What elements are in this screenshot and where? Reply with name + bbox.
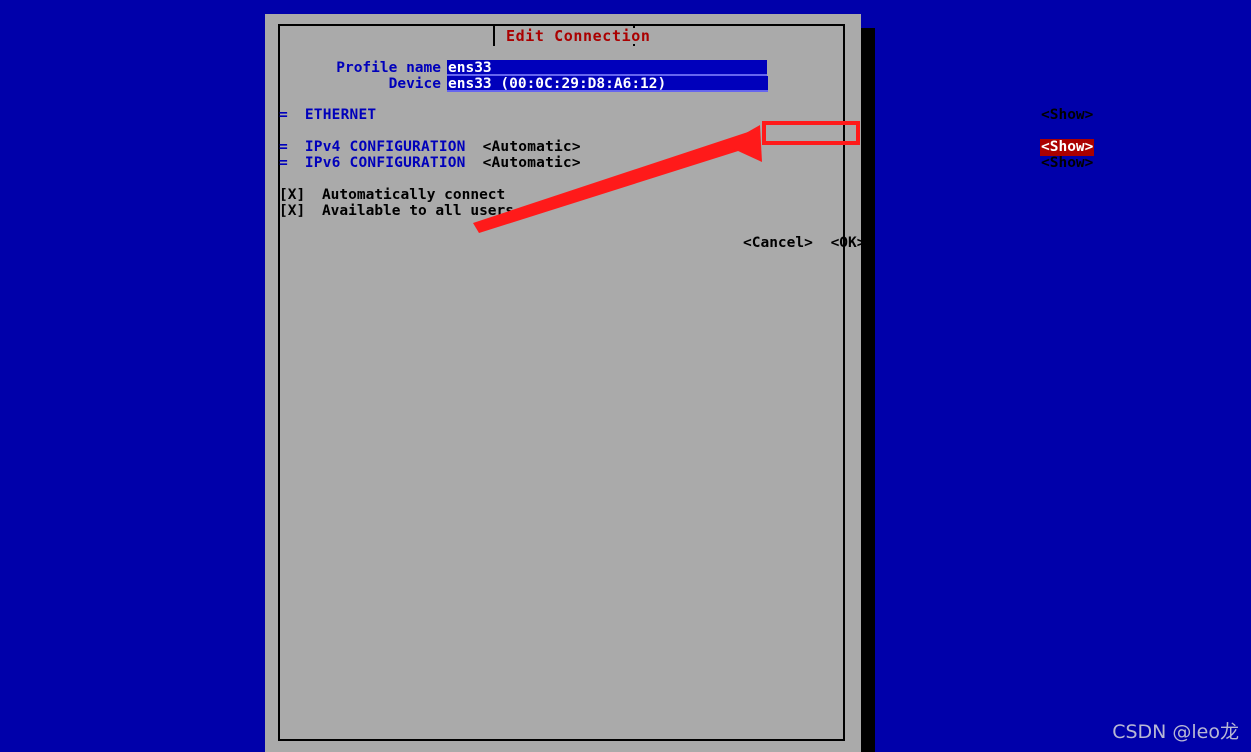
checkbox-mark[interactable]: [X]: [279, 203, 305, 219]
window-shadow-right: [861, 28, 875, 752]
section-expander-icon[interactable]: =: [279, 139, 288, 155]
ipv4-method-value[interactable]: <Automatic>: [483, 139, 581, 155]
checkbox-automatically-connect[interactable]: [X] Automatically connect: [279, 187, 505, 203]
section-label-ipv6: IPv6 CONFIGURATION: [304, 155, 466, 171]
edit-connection-window: Edit Connection Profile name ens33 Devic…: [265, 14, 1095, 752]
profile-name-label: Profile name: [336, 60, 441, 76]
show-button-ipv4[interactable]: <Show>: [1040, 139, 1095, 156]
checkbox-label: Automatically connect: [321, 187, 506, 203]
show-button-ipv6[interactable]: <Show>: [1041, 155, 1093, 172]
section-expander-icon[interactable]: =: [279, 155, 288, 171]
dialog-action-buttons: <Cancel> <OK>: [743, 235, 866, 251]
ipv6-method-value[interactable]: <Automatic>: [483, 155, 581, 171]
cancel-button[interactable]: <Cancel>: [743, 235, 813, 251]
section-row-ipv4[interactable]: = IPv4 CONFIGURATION <Automatic>: [279, 139, 581, 155]
watermark-text: CSDN @leo龙: [1112, 721, 1239, 743]
device-input[interactable]: ens33 (00:0C:29:D8:A6:12): [447, 76, 768, 92]
section-row-ipv6[interactable]: = IPv6 CONFIGURATION <Automatic>: [279, 155, 581, 171]
profile-name-input[interactable]: ens33: [447, 60, 767, 76]
section-label-ipv4: IPv4 CONFIGURATION: [304, 139, 466, 155]
checkbox-available-to-all-users[interactable]: [X] Available to all users: [279, 203, 514, 219]
window-frame: [278, 24, 845, 741]
checkbox-mark[interactable]: [X]: [279, 187, 305, 203]
device-label: Device: [388, 76, 441, 92]
ok-button[interactable]: <OK>: [831, 235, 866, 251]
section-label-ethernet: ETHERNET: [304, 107, 377, 123]
show-button-ethernet[interactable]: <Show>: [1041, 107, 1093, 124]
section-expander-icon[interactable]: =: [279, 107, 288, 123]
section-row-ethernet[interactable]: = ETHERNET: [279, 107, 376, 123]
checkbox-label: Available to all users: [321, 203, 514, 219]
